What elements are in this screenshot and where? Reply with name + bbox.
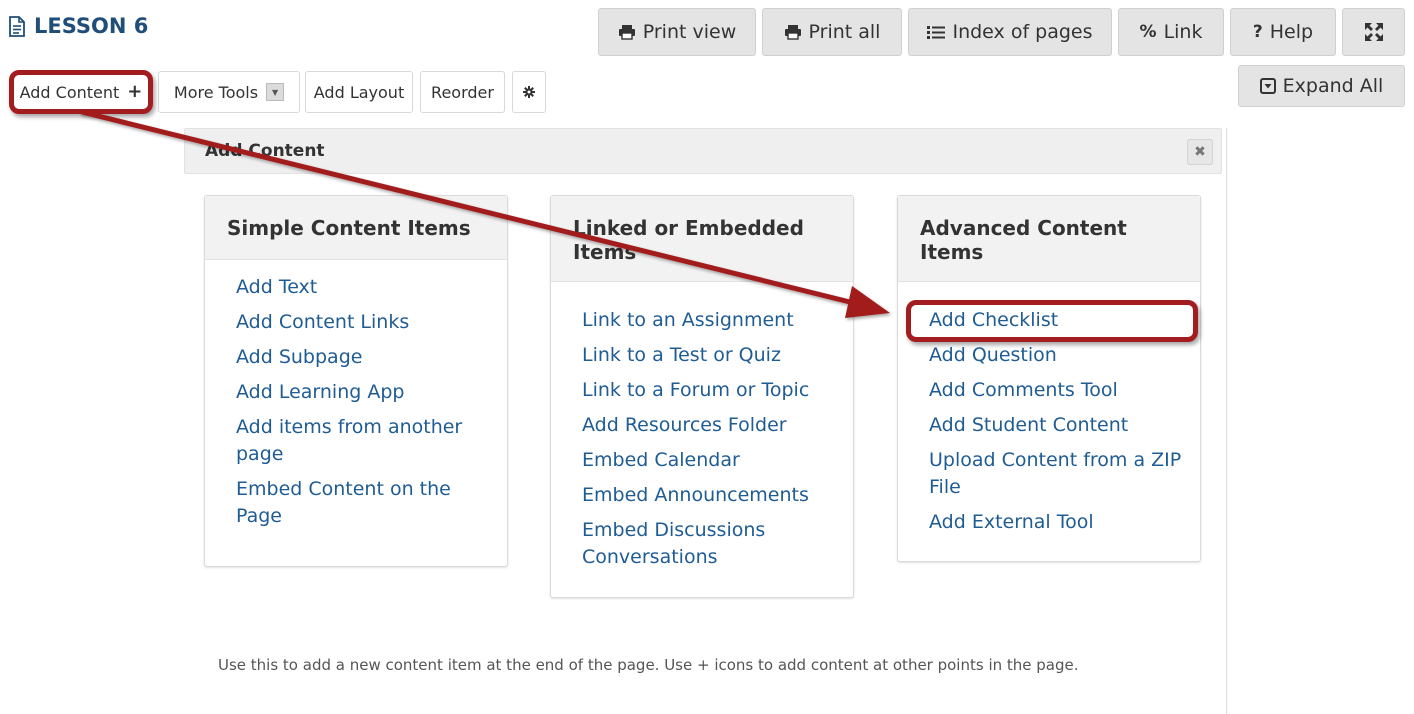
card-title: Linked or Embedded Items — [551, 196, 853, 282]
reorder-button[interactable]: Reorder — [420, 71, 505, 113]
fullscreen-button[interactable] — [1342, 8, 1405, 56]
add-content-links-link[interactable]: Add Content Links — [236, 309, 493, 336]
add-student-content-link[interactable]: Add Student Content — [929, 412, 1186, 439]
close-icon: ✖ — [1194, 144, 1206, 160]
plus-icon: + — [127, 81, 143, 102]
document-icon — [9, 15, 25, 37]
close-panel-button[interactable]: ✖ — [1187, 139, 1213, 165]
printer-icon — [618, 25, 635, 40]
link-to-assignment-link[interactable]: Link to an Assignment — [582, 307, 839, 334]
linked-embedded-items-card: Linked or Embedded Items Link to an Assi… — [550, 195, 854, 598]
dropdown-arrow-icon: ▼ — [266, 83, 285, 101]
expand-icon — [1259, 78, 1276, 94]
embed-calendar-link[interactable]: Embed Calendar — [582, 447, 839, 474]
add-layout-button[interactable]: Add Layout — [305, 71, 413, 113]
add-checklist-link[interactable]: Add Checklist — [929, 307, 1186, 334]
link-to-forum-or-topic-link[interactable]: Link to a Forum or Topic — [582, 377, 839, 404]
add-subpage-link[interactable]: Add Subpage — [236, 344, 493, 371]
add-resources-folder-link[interactable]: Add Resources Folder — [582, 412, 839, 439]
question-icon: ? — [1252, 21, 1263, 42]
upload-content-zip-link[interactable]: Upload Content from a ZIP File — [929, 447, 1186, 501]
more-tools-button[interactable]: More Tools ▼ — [158, 71, 300, 113]
fullscreen-icon — [1364, 23, 1383, 41]
index-of-pages-button[interactable]: Index of pages — [908, 8, 1112, 56]
link-to-test-or-quiz-link[interactable]: Link to a Test or Quiz — [582, 342, 839, 369]
add-learning-app-link[interactable]: Add Learning App — [236, 379, 493, 406]
advanced-content-items-card: Advanced Content Items Add Checklist Add… — [897, 195, 1201, 562]
link-icon: % — [1139, 21, 1157, 42]
add-comments-tool-link[interactable]: Add Comments Tool — [929, 377, 1186, 404]
list-icon — [927, 25, 946, 39]
expand-all-button[interactable]: Expand All — [1238, 65, 1405, 107]
printer-icon — [784, 25, 801, 40]
add-items-from-another-page-link[interactable]: Add items from another page — [236, 414, 493, 468]
add-text-link[interactable]: Add Text — [236, 274, 493, 301]
simple-content-items-card: Simple Content Items Add Text Add Conten… — [204, 195, 508, 567]
card-title: Advanced Content Items — [898, 196, 1200, 282]
embed-announcements-link[interactable]: Embed Announcements — [582, 482, 839, 509]
gear-icon — [523, 86, 535, 98]
settings-button[interactable] — [512, 71, 546, 113]
print-all-button[interactable]: Print all — [762, 8, 902, 56]
link-button[interactable]: % Link — [1118, 8, 1224, 56]
add-content-button[interactable]: Add Content + — [13, 71, 149, 113]
card-title: Simple Content Items — [205, 196, 507, 260]
add-content-hint: Use this to add a new content item at th… — [218, 656, 1079, 674]
embed-discussions-conversations-link[interactable]: Embed Discussions Conversations — [582, 517, 839, 571]
add-content-panel-header: Add Content ✖ — [184, 128, 1222, 174]
page-title-text: LESSON 6 — [34, 14, 149, 38]
page-title: LESSON 6 — [8, 10, 148, 42]
help-button[interactable]: ? Help — [1230, 8, 1336, 56]
add-question-link[interactable]: Add Question — [929, 342, 1186, 369]
print-view-button[interactable]: Print view — [598, 8, 756, 56]
panel-divider — [1226, 128, 1227, 714]
panel-title: Add Content — [205, 141, 325, 161]
add-external-tool-link[interactable]: Add External Tool — [929, 509, 1186, 536]
embed-content-on-page-link[interactable]: Embed Content on the Page — [236, 476, 493, 530]
